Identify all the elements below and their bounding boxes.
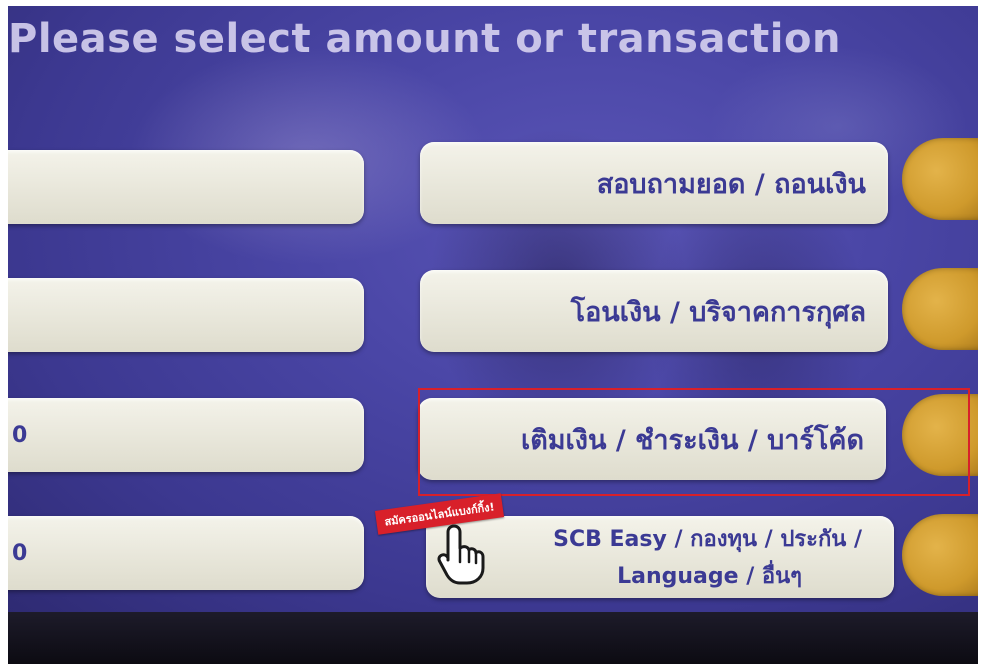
topup-payment-barcode-label: เติมเงิน / ชำระเงิน / บาร์โค้ด xyxy=(520,424,864,456)
side-key-right-2[interactable] xyxy=(902,268,978,350)
screen-prompt: Please select amount or transaction xyxy=(8,16,841,62)
scb-easy-line1: SCB Easy / กองทุน / ประกัน / xyxy=(553,527,862,552)
atm-bezel xyxy=(8,612,978,664)
scb-easy-line2: Language / อื่นๆ xyxy=(617,564,802,589)
transfer-donate-button[interactable]: โอนเงิน / บริจาคการกุศล xyxy=(420,270,888,352)
amount-button-2[interactable] xyxy=(8,278,364,352)
amount-button-1[interactable] xyxy=(8,150,364,224)
scb-easy-more-button[interactable]: SCB Easy / กองทุน / ประกัน / Language / … xyxy=(426,516,894,598)
balance-withdraw-button[interactable]: สอบถามยอด / ถอนเงิน xyxy=(420,142,888,224)
hand-pointer-icon xyxy=(437,524,485,585)
side-key-right-4[interactable] xyxy=(902,514,978,596)
atm-photo: Please select amount or transaction 0 0 … xyxy=(0,0,984,666)
transfer-donate-label: โอนเงิน / บริจาคการกุศล xyxy=(570,296,866,328)
balance-withdraw-label: สอบถามยอด / ถอนเงิน xyxy=(596,168,866,200)
side-key-right-1[interactable] xyxy=(902,138,978,220)
amount-button-label: 0 xyxy=(12,422,28,448)
side-key-right-3[interactable] xyxy=(902,394,978,476)
atm-screen: Please select amount or transaction 0 0 … xyxy=(8,6,978,618)
amount-button-4[interactable]: 0 xyxy=(8,516,364,590)
topup-payment-barcode-button[interactable]: เติมเงิน / ชำระเงิน / บาร์โค้ด xyxy=(418,398,886,480)
amount-button-3[interactable]: 0 xyxy=(8,398,364,472)
amount-button-label: 0 xyxy=(12,540,28,566)
